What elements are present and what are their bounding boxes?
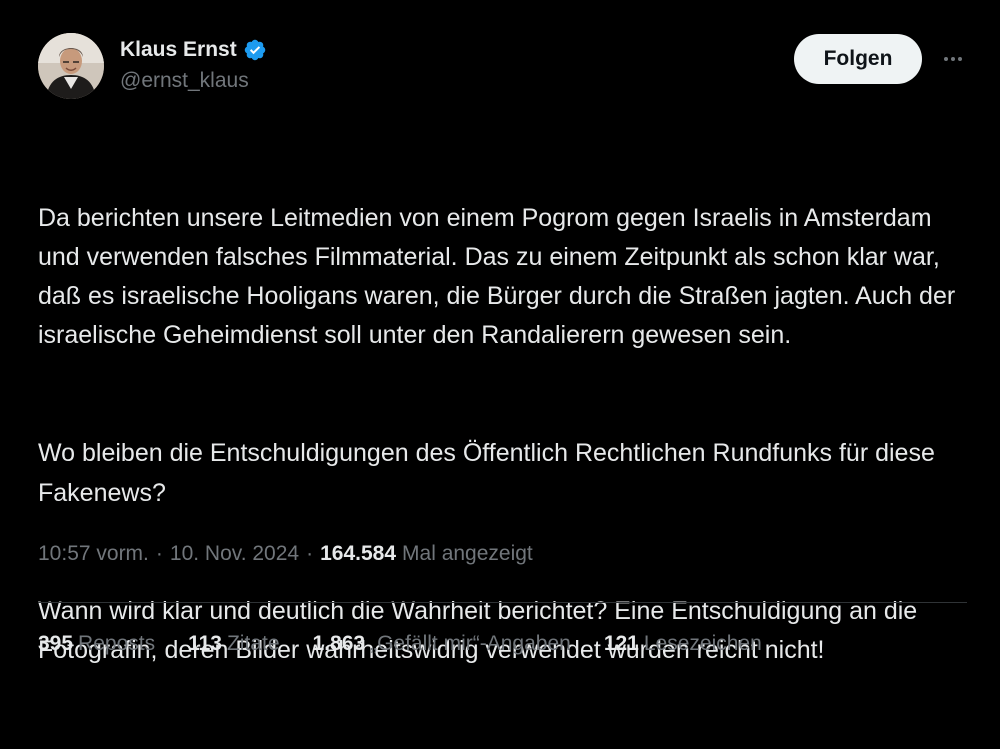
divider [38,602,967,603]
more-dot [951,57,955,61]
stat-count: 121 [603,632,639,655]
stat-bookmarks[interactable]: 121 Lesezeichen [604,632,762,656]
stat-count: 113 [188,632,222,655]
tweet-meta: 10:57 vorm. · 10. Nov. 2024 · 164.584 Ma… [38,542,533,566]
more-dot [944,57,948,61]
meta-separator: · [306,542,314,565]
avatar-photo [38,33,104,99]
stat-label: Reposts [78,632,156,655]
tweet-paragraph: Wann wird klar und deutlich die Wahrheit… [38,596,925,664]
tweet-time[interactable]: 10:57 vorm. [38,542,149,566]
follow-button[interactable]: Folgen [794,34,922,84]
tweet-date[interactable]: 10. Nov. 2024 [170,542,299,566]
stat-count: 1.863 [312,632,366,655]
more-dot [958,57,962,61]
stat-likes[interactable]: 1.863 „Gefällt mir“-Angaben [313,632,571,656]
user-handle[interactable]: @ernst_klaus [120,69,267,93]
stat-reposts[interactable]: 395 Reposts [38,632,155,656]
user-info: Klaus Ernst @ernst_klaus [120,35,267,93]
stat-quotes[interactable]: 113 Zitate [188,632,279,656]
stat-label: Lesezeichen [643,632,762,655]
tweet-header: Klaus Ernst @ernst_klaus Folgen [38,33,968,103]
views-count[interactable]: 164.584 [320,542,396,566]
display-name[interactable]: Klaus Ernst [120,38,237,62]
verified-badge-icon[interactable] [243,38,267,62]
views-label: Mal angezeigt [402,542,533,565]
engagement-stats: 395 Reposts 113 Zitate 1.863 „Gefällt mir“-… [38,632,795,656]
meta-separator: · [155,542,163,565]
stat-count: 395 [38,632,74,655]
tweet-paragraph: Da berichten unsere Leitmedien von einem… [38,203,963,350]
tweet-paragraph: Wo bleiben die Entschuldigungen des Öffe… [38,439,942,507]
stat-label: Zitate [226,632,280,655]
name-row: Klaus Ernst [120,35,267,65]
more-icon[interactable] [938,45,968,73]
avatar[interactable] [38,33,104,99]
tweet-card: Klaus Ernst @ernst_klaus Folgen Da beric… [0,0,1000,674]
stat-label: „Gefällt mir“-Angaben [370,632,571,655]
